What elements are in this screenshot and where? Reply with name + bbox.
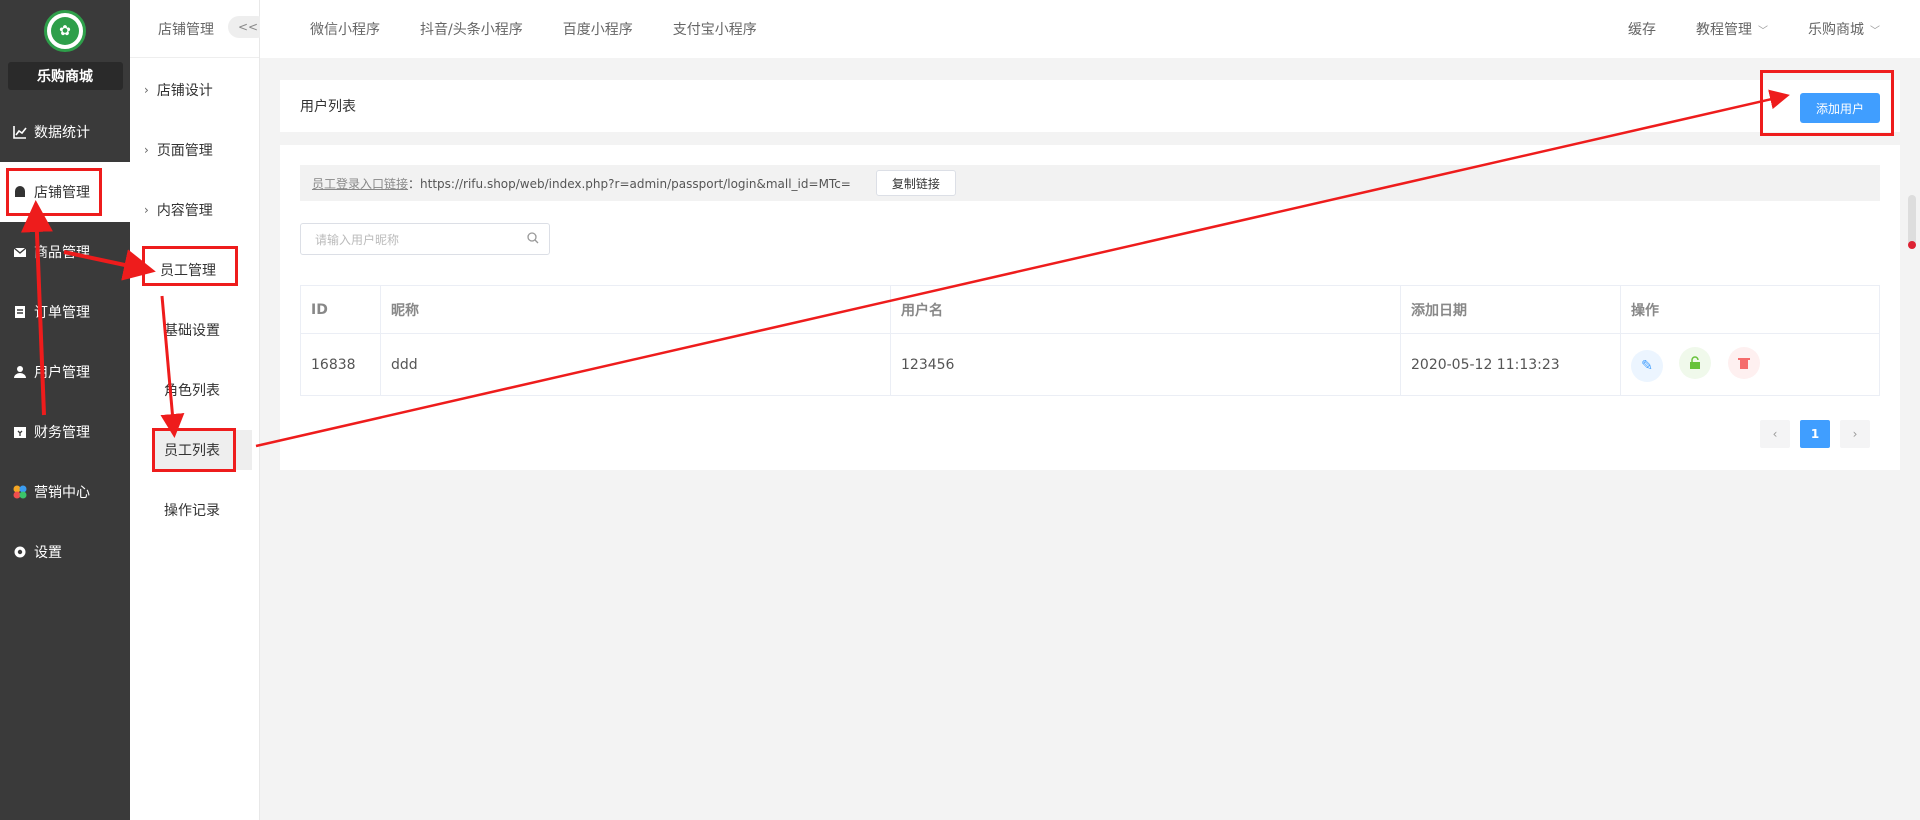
tutorial-label: 教程管理 xyxy=(1696,22,1752,38)
nav-label: 商品管理 xyxy=(34,245,90,261)
shop-logo: ✿ xyxy=(44,10,86,52)
login-link-url: ：https://rifu.shop/web/index.php?r=admin… xyxy=(408,176,851,191)
nav-item-marketing[interactable]: 营销中心 xyxy=(0,462,130,522)
sub-item-label: 角色列表 xyxy=(164,383,220,399)
logo-area: ✿ 乐购商城 xyxy=(0,0,130,100)
sub-item-label: 店铺设计 xyxy=(156,83,213,99)
chevron-down-icon: ﹀ xyxy=(1870,26,1880,37)
col-nickname[interactable]: 昵称 xyxy=(380,285,891,334)
col-id[interactable]: ID xyxy=(300,285,381,334)
sub-item-role-list[interactable]: 角色列表 xyxy=(130,370,260,410)
cell-username: 123456 xyxy=(890,333,1401,396)
table-row: 16838 ddd 123456 2020-05-12 11:13:23 ✎ xyxy=(300,333,1880,396)
search-placeholder: 请输入用户昵称 xyxy=(315,232,400,247)
sub-item-store-design[interactable]: › 店铺设计 xyxy=(130,70,260,110)
sub-item-label: 操作记录 xyxy=(164,503,220,519)
tab-baidu[interactable]: 百度小程序 xyxy=(563,19,633,39)
logo-icon: ✿ xyxy=(51,17,79,45)
nav-item-goods[interactable]: 商品管理 xyxy=(0,222,130,282)
page-title: 用户列表 xyxy=(300,99,356,115)
nav-label: 用户管理 xyxy=(34,365,90,381)
top-right-menu: 缓存 教程管理 ﹀ 乐购商城 ﹀ xyxy=(1628,0,1880,58)
col-date[interactable]: 添加日期 xyxy=(1400,285,1621,334)
sub-item-label: 基础设置 xyxy=(164,323,220,339)
chevron-down-icon: ﹀ xyxy=(1758,26,1768,37)
nav-label: 订单管理 xyxy=(34,305,90,321)
nav-item-stats[interactable]: 数据统计 xyxy=(0,102,130,162)
chart-icon xyxy=(12,124,28,140)
tutorial-menu[interactable]: 教程管理 ﹀ xyxy=(1696,19,1768,39)
sub-item-basic-settings[interactable]: 基础设置 xyxy=(130,310,260,350)
annotation-box-staff-manage xyxy=(142,246,238,286)
annotation-box-add-user xyxy=(1760,70,1894,136)
col-username[interactable]: 用户名 xyxy=(890,285,1401,334)
content-card: 员工登录入口链接 ：https://rifu.shop/web/index.ph… xyxy=(280,145,1900,470)
nav-label: 设置 xyxy=(34,545,62,561)
nav-item-orders[interactable]: 订单管理 xyxy=(0,282,130,342)
sub-item-label: 内容管理 xyxy=(156,203,213,219)
main-sidebar: ✿ 乐购商城 数据统计 店铺管理 商品管理 订单管理 用户管理 财务管理 营销中… xyxy=(0,0,130,820)
copy-link-button[interactable]: 复制链接 xyxy=(875,170,956,196)
page-1-button[interactable]: 1 xyxy=(1800,420,1830,448)
nav-item-settings[interactable]: 设置 xyxy=(0,522,130,582)
cell-id: 16838 xyxy=(300,333,381,396)
prev-page-button[interactable]: ‹ xyxy=(1760,420,1790,448)
login-link-label: 员工登录入口链接 xyxy=(312,176,409,191)
marketing-icon xyxy=(12,484,28,500)
pagination: ‹ 1 › xyxy=(1760,420,1870,448)
next-page-button[interactable]: › xyxy=(1840,420,1870,448)
tab-alipay[interactable]: 支付宝小程序 xyxy=(673,19,757,39)
finance-icon xyxy=(12,424,28,440)
nav-item-users[interactable]: 用户管理 xyxy=(0,342,130,402)
search-input[interactable]: 请输入用户昵称 xyxy=(300,223,550,255)
search-icon[interactable] xyxy=(527,232,539,248)
nav-label: 营销中心 xyxy=(34,485,90,501)
cell-date: 2020-05-12 11:13:23 xyxy=(1400,333,1621,396)
sub-item-content-manage[interactable]: › 内容管理 xyxy=(130,190,260,230)
mall-menu[interactable]: 乐购商城 ﹀ xyxy=(1808,19,1880,39)
chevron-right-icon: › xyxy=(144,203,149,217)
nav-item-finance[interactable]: 财务管理 xyxy=(0,402,130,462)
cell-actions: ✎ xyxy=(1620,333,1880,396)
chevron-right-icon: › xyxy=(144,143,149,157)
user-table: ID 昵称 用户名 添加日期 操作 16838 ddd 123456 2020-… xyxy=(300,285,1880,396)
nav-label: 财务管理 xyxy=(34,425,90,441)
nav-label: 数据统计 xyxy=(34,125,90,141)
cell-nickname: ddd xyxy=(380,333,891,396)
sub-item-label: 页面管理 xyxy=(156,143,213,159)
annotation-box-staff-list xyxy=(152,428,236,472)
annotation-box-store xyxy=(6,168,102,216)
user-icon xyxy=(12,364,28,380)
col-actions: 操作 xyxy=(1620,285,1880,334)
order-icon xyxy=(12,304,28,320)
edit-icon[interactable]: ✎ xyxy=(1631,350,1663,382)
login-link-bar: 员工登录入口链接 ：https://rifu.shop/web/index.ph… xyxy=(300,165,1880,201)
mall-label: 乐购商城 xyxy=(1808,22,1864,38)
goods-icon xyxy=(12,244,28,260)
page-title-bar: 用户列表 xyxy=(280,80,1900,132)
chevron-right-icon: › xyxy=(144,83,149,97)
unlock-icon[interactable] xyxy=(1679,347,1712,379)
cache-link[interactable]: 缓存 xyxy=(1628,19,1656,39)
sub-item-page-manage[interactable]: › 页面管理 xyxy=(130,130,260,170)
gear-icon xyxy=(12,544,28,560)
trash-icon[interactable] xyxy=(1727,347,1760,379)
scroll-indicator xyxy=(1908,195,1916,249)
sub-sidebar: 店铺管理 << › 店铺设计 › 页面管理 › 内容管理 员工管理 基础设置 角… xyxy=(130,0,268,820)
top-bar: 微信小程序 抖音/头条小程序 百度小程序 支付宝小程序 缓存 教程管理 ﹀ 乐购商… xyxy=(260,0,1920,58)
table-header-row: ID 昵称 用户名 添加日期 操作 xyxy=(300,285,1880,334)
sub-item-operation-log[interactable]: 操作记录 xyxy=(130,490,260,530)
shop-name[interactable]: 乐购商城 xyxy=(7,62,123,90)
tab-douyin[interactable]: 抖音/头条小程序 xyxy=(420,19,523,39)
tab-wechat[interactable]: 微信小程序 xyxy=(310,19,380,39)
